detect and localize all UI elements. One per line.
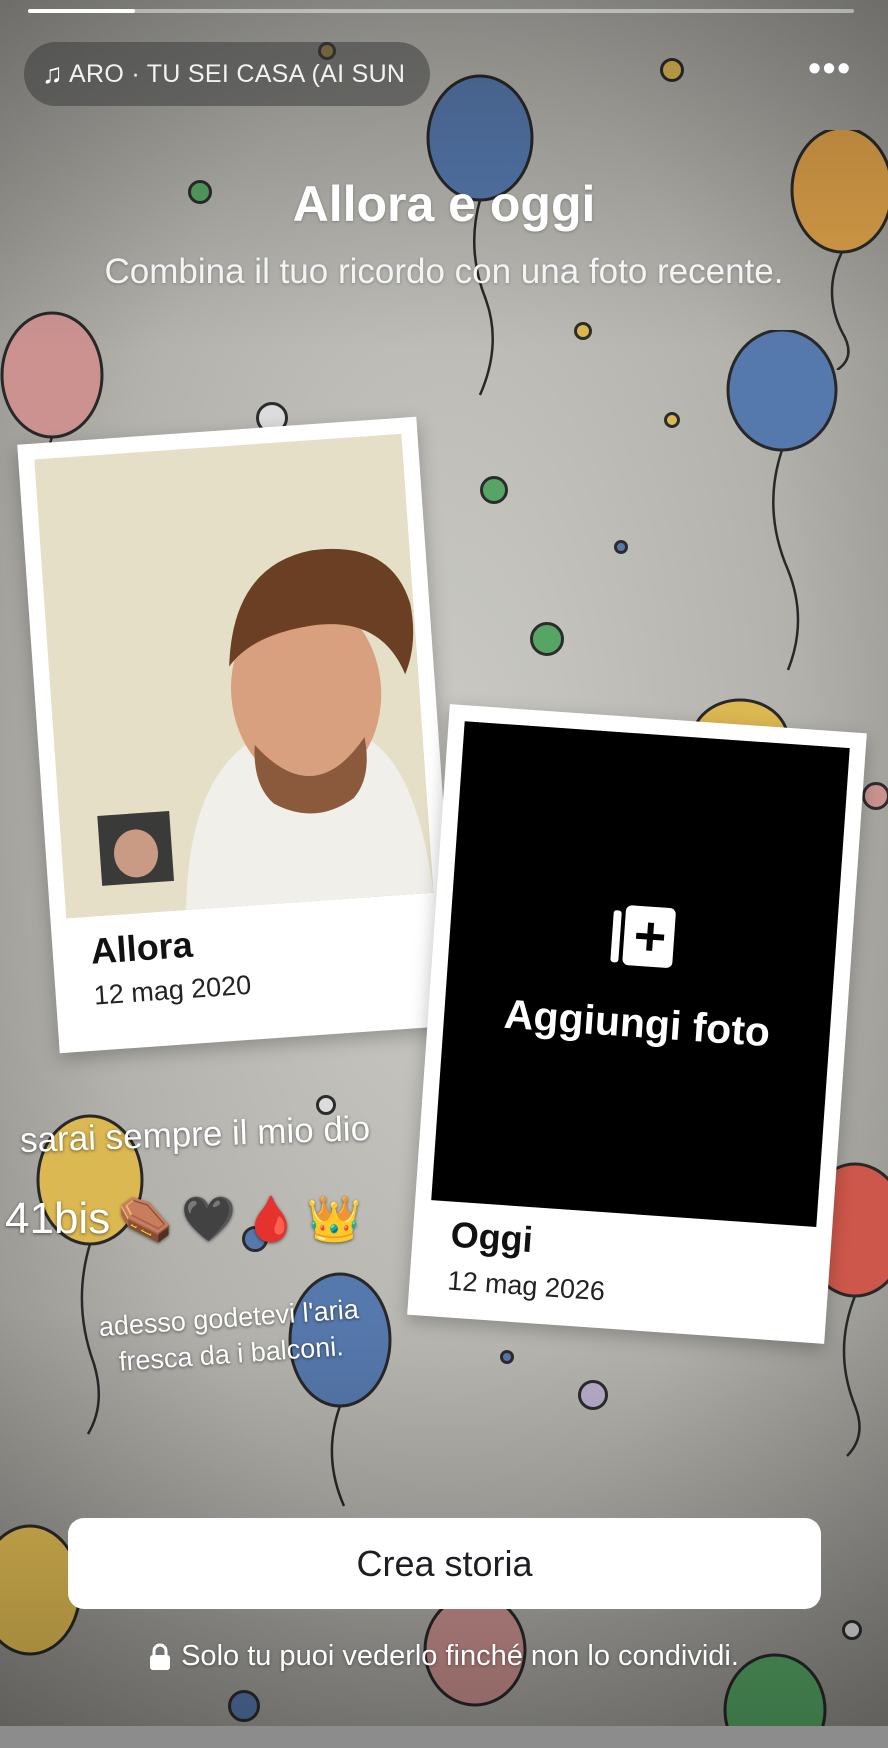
story-progress-fill — [28, 9, 136, 13]
memory-photo — [34, 433, 434, 919]
memory-card-now[interactable]: Aggiungi foto Oggi 12 mag 2026 — [407, 704, 867, 1344]
more-options-button[interactable]: ••• — [808, 50, 852, 86]
confetti-dot — [228, 1690, 260, 1722]
add-photo-label: Aggiungi foto — [502, 990, 772, 1055]
confetti-dot — [574, 322, 592, 340]
overlay-text: 41bis — [5, 1194, 111, 1243]
story-text-overlay[interactable]: adesso godetevi l'aria fresca da i balco… — [58, 1288, 402, 1384]
black-heart-emoji: 🖤 — [180, 1195, 236, 1244]
lock-icon — [150, 1643, 171, 1670]
story-text-overlay[interactable]: 41bis ⚰️ 🖤 🩸 👑 — [5, 1193, 361, 1245]
create-story-button[interactable]: Crea storia — [68, 1518, 821, 1609]
music-note-icon: ♫ — [42, 58, 63, 89]
confetti-dot — [842, 1620, 862, 1640]
add-photo-icon — [610, 904, 676, 968]
confetti-dot — [614, 540, 628, 554]
page-subtitle: Combina il tuo ricordo con una foto rece… — [104, 252, 784, 291]
page-title: Allora e oggi — [292, 176, 596, 232]
card-caption: Allora — [89, 923, 194, 972]
privacy-text: Solo tu puoi vederlo finché non lo condi… — [181, 1640, 739, 1672]
confetti-dot — [500, 1350, 514, 1364]
confetti-dot — [664, 412, 680, 428]
balloon-decoration — [426, 74, 534, 396]
music-sticker[interactable]: ♫ ARO · TU SEI CASA (AI SUN — [24, 42, 430, 106]
blood-drop-emoji: 🩸 — [243, 1195, 299, 1244]
story-text-overlay[interactable]: sarai sempre il mio dio — [19, 1109, 370, 1161]
bottom-system-bar — [0, 1726, 888, 1748]
story-progress-bar — [28, 9, 854, 13]
memory-card-then[interactable]: Allora 12 mag 2020 — [17, 416, 459, 1054]
balloon-decoration — [726, 330, 838, 671]
confetti-dot — [862, 782, 888, 810]
person-photo-illustration — [34, 433, 434, 919]
card-caption: Oggi — [449, 1213, 535, 1261]
crown-emoji: 👑 — [306, 1195, 362, 1244]
privacy-notice: Solo tu puoi vederlo finché non lo condi… — [0, 1640, 888, 1673]
confetti-dot — [530, 622, 564, 656]
card-date: 12 mag 2020 — [92, 969, 253, 1011]
card-date: 12 mag 2026 — [446, 1265, 606, 1307]
confetti-dot — [660, 58, 684, 82]
add-photo-area[interactable]: Aggiungi foto — [431, 721, 850, 1228]
confetti-dot — [480, 476, 508, 504]
music-track-title: ARO · TU SEI CASA (AI SUN — [69, 59, 406, 88]
confetti-dot — [578, 1380, 608, 1410]
coffin-emoji: ⚰️ — [118, 1195, 173, 1244]
balloon-decoration — [790, 130, 888, 370]
